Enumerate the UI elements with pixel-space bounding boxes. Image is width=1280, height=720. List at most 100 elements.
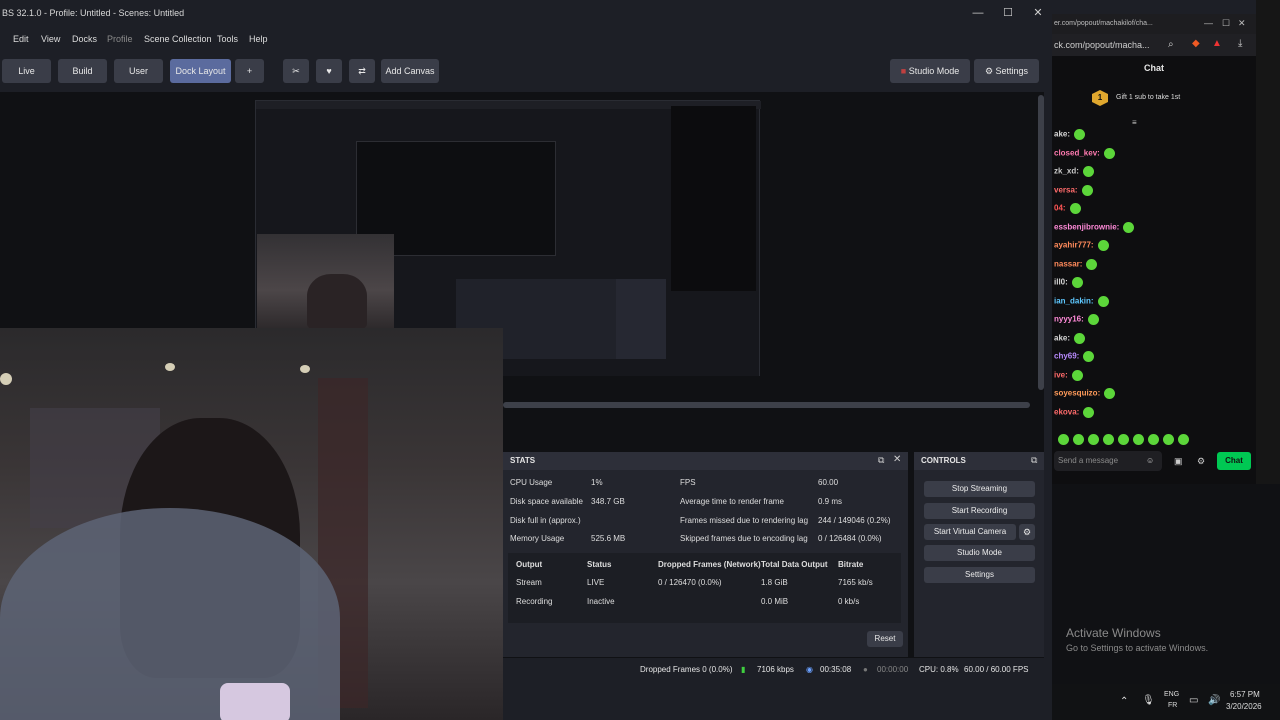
user-button[interactable]: User [114, 59, 163, 83]
emote-icon [1103, 434, 1114, 446]
menu-scene-collection[interactable]: Scene Collection [144, 34, 212, 44]
diskfull-label: Disk full in (approx.) [510, 516, 581, 525]
close-icon[interactable]: ✕ [1028, 4, 1048, 22]
minimize-icon[interactable]: — [968, 4, 988, 22]
gear-icon[interactable]: ⚙ [1197, 456, 1205, 467]
chat-username[interactable]: soyesquizo: [1054, 389, 1100, 398]
minimize-icon[interactable]: — [1204, 18, 1213, 28]
chat-message: nyyy16: [1054, 314, 1099, 325]
maximize-icon[interactable]: ☐ [1222, 18, 1230, 29]
settings-control-button[interactable]: Settings [924, 567, 1035, 583]
tools-icon[interactable]: ✂ [283, 59, 309, 83]
microphone-icon[interactable]: 🎙 [1142, 695, 1155, 706]
chat-message: ive: [1054, 369, 1083, 381]
title-bar: BS 32.1.0 - Profile: Untitled - Scenes: … [0, 0, 1052, 26]
menu-profile[interactable]: Profile [107, 34, 133, 44]
chat-username[interactable]: versa: [1054, 185, 1078, 194]
clock-time[interactable]: 6:57 PM [1230, 690, 1260, 699]
start-recording-button[interactable]: Start Recording [924, 503, 1035, 519]
studio-mode-control-button[interactable]: Studio Mode [924, 545, 1035, 561]
menu-tools[interactable]: Tools [217, 34, 238, 44]
emote-icon [1178, 434, 1189, 446]
ceiling-light [165, 363, 175, 371]
nested-chat [671, 106, 756, 291]
maximize-icon[interactable]: ☐ [998, 4, 1018, 22]
chat-username[interactable]: ake: [1054, 333, 1070, 342]
dock-layout-button[interactable]: Dock Layout [170, 59, 231, 83]
cpu-value: 1% [591, 478, 603, 487]
chat-message: ake: [1054, 129, 1086, 140]
network-icon[interactable]: ▭ [1189, 695, 1198, 706]
chevron-up-icon[interactable]: ⌃ [1120, 696, 1128, 707]
table-header: Status [587, 560, 612, 569]
download-icon[interactable]: ⤓ [1238, 38, 1242, 49]
chat-username[interactable]: 04: [1054, 204, 1066, 213]
chat-message: 04: [1054, 203, 1081, 214]
menu-edit[interactable]: Edit [13, 34, 29, 44]
chat-username[interactable]: essbenjibrownie: [1054, 222, 1119, 231]
float-icon[interactable]: ⧉ [1031, 455, 1037, 466]
chat-username[interactable]: nassar: [1054, 259, 1082, 268]
emote-icon [1083, 351, 1095, 362]
collapse-icon[interactable]: ≡ [1132, 118, 1137, 127]
add-canvas-button[interactable]: Add Canvas [381, 59, 439, 83]
preview-vertical-scrollbar[interactable] [1038, 95, 1044, 390]
float-icon[interactable]: ⧉ [878, 455, 884, 466]
emote-icon [1148, 434, 1159, 446]
menu-view[interactable]: View [41, 34, 60, 44]
menu-docks[interactable]: Docks [72, 34, 97, 44]
language-bottom[interactable]: FR [1168, 702, 1177, 709]
emote-picker-icon[interactable]: ☺ [1146, 456, 1154, 465]
emote-icon [1118, 434, 1129, 446]
chat-username[interactable]: ekova: [1054, 407, 1079, 416]
table-cell: Inactive [587, 597, 615, 606]
studio-mode-button[interactable]: ■ Studio Mode [890, 59, 970, 83]
menu-help[interactable]: Help [249, 34, 268, 44]
close-icon[interactable]: ✕ [1238, 18, 1246, 29]
search-icon[interactable]: ⌕ [1168, 39, 1174, 50]
memory-value: 525.6 MB [591, 534, 626, 543]
clock-date[interactable]: 3/20/2026 [1226, 702, 1262, 711]
stop-streaming-button[interactable]: Stop Streaming [924, 481, 1035, 497]
gift-text[interactable]: Gift 1 sub to take 1st [1116, 94, 1180, 101]
table-cell: LIVE [587, 578, 605, 587]
start-virtual-camera-button[interactable]: Start Virtual Camera [924, 524, 1016, 540]
rec-time: 00:00:00 [877, 665, 909, 674]
chat-username[interactable]: chy69: [1054, 352, 1079, 361]
alert-icon[interactable]: ▲ [1212, 38, 1222, 49]
missed-label: Frames missed due to rendering lag [680, 516, 809, 525]
table-header: Total Data Output [761, 560, 828, 569]
close-icon[interactable]: ✕ [893, 454, 901, 465]
chat-url-text[interactable]: ck.com/popout/macha... [1054, 40, 1150, 50]
brave-icon[interactable]: ◆ [1192, 38, 1200, 49]
chat-username[interactable]: ian_dakin: [1054, 296, 1094, 305]
volume-icon[interactable]: 🔊 [1208, 695, 1220, 706]
emote-icon [1073, 434, 1084, 446]
heart-icon[interactable]: ♥ [316, 59, 342, 83]
gear-icon[interactable]: ⚙ [1019, 524, 1035, 540]
language-top[interactable]: ENG [1164, 691, 1179, 698]
emote-icon [1103, 147, 1115, 159]
chat-username[interactable]: ake: [1054, 130, 1070, 139]
chat-message: zk_xd: [1054, 166, 1094, 177]
chat-send-button[interactable]: Chat [1217, 452, 1251, 470]
reset-button[interactable]: Reset [867, 631, 903, 647]
preview-horizontal-scrollbar[interactable] [503, 402, 1030, 408]
chat-username[interactable]: nyyy16: [1054, 315, 1084, 324]
live-button[interactable]: Live [2, 59, 51, 83]
chat-username[interactable]: ive: [1054, 370, 1068, 379]
chat-message: ill0: [1054, 277, 1083, 288]
swap-icon[interactable]: ⇄ [349, 59, 375, 83]
webcam-feed [0, 328, 503, 720]
gift-icon[interactable]: ▣ [1174, 456, 1183, 467]
chat-username[interactable]: closed_kev: [1054, 148, 1100, 157]
controls-title: CONTROLS [921, 456, 966, 465]
chat-username[interactable]: zk_xd: [1054, 167, 1079, 176]
add-layout-button[interactable]: + [235, 59, 264, 83]
build-button[interactable]: Build [58, 59, 107, 83]
chat-message: versa: [1054, 184, 1093, 196]
chat-username[interactable]: ayahir777: [1054, 241, 1094, 250]
chat-username[interactable]: ill0: [1054, 278, 1068, 287]
drink-can [220, 683, 290, 720]
settings-button[interactable]: ⚙ Settings [974, 59, 1039, 83]
